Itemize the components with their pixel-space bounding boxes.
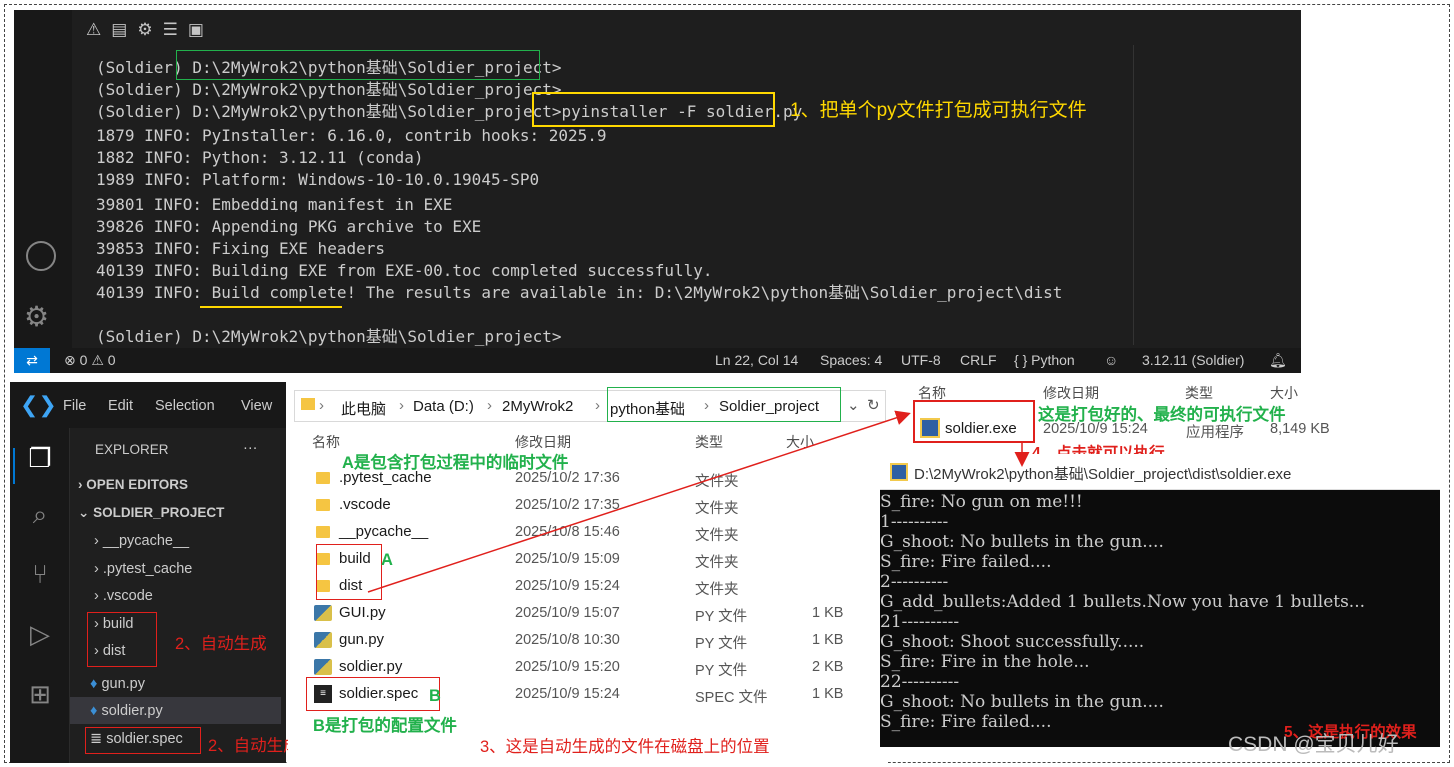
annotation-arrows (367, 410, 1030, 593)
arrow-dist-to-exe (367, 410, 911, 593)
